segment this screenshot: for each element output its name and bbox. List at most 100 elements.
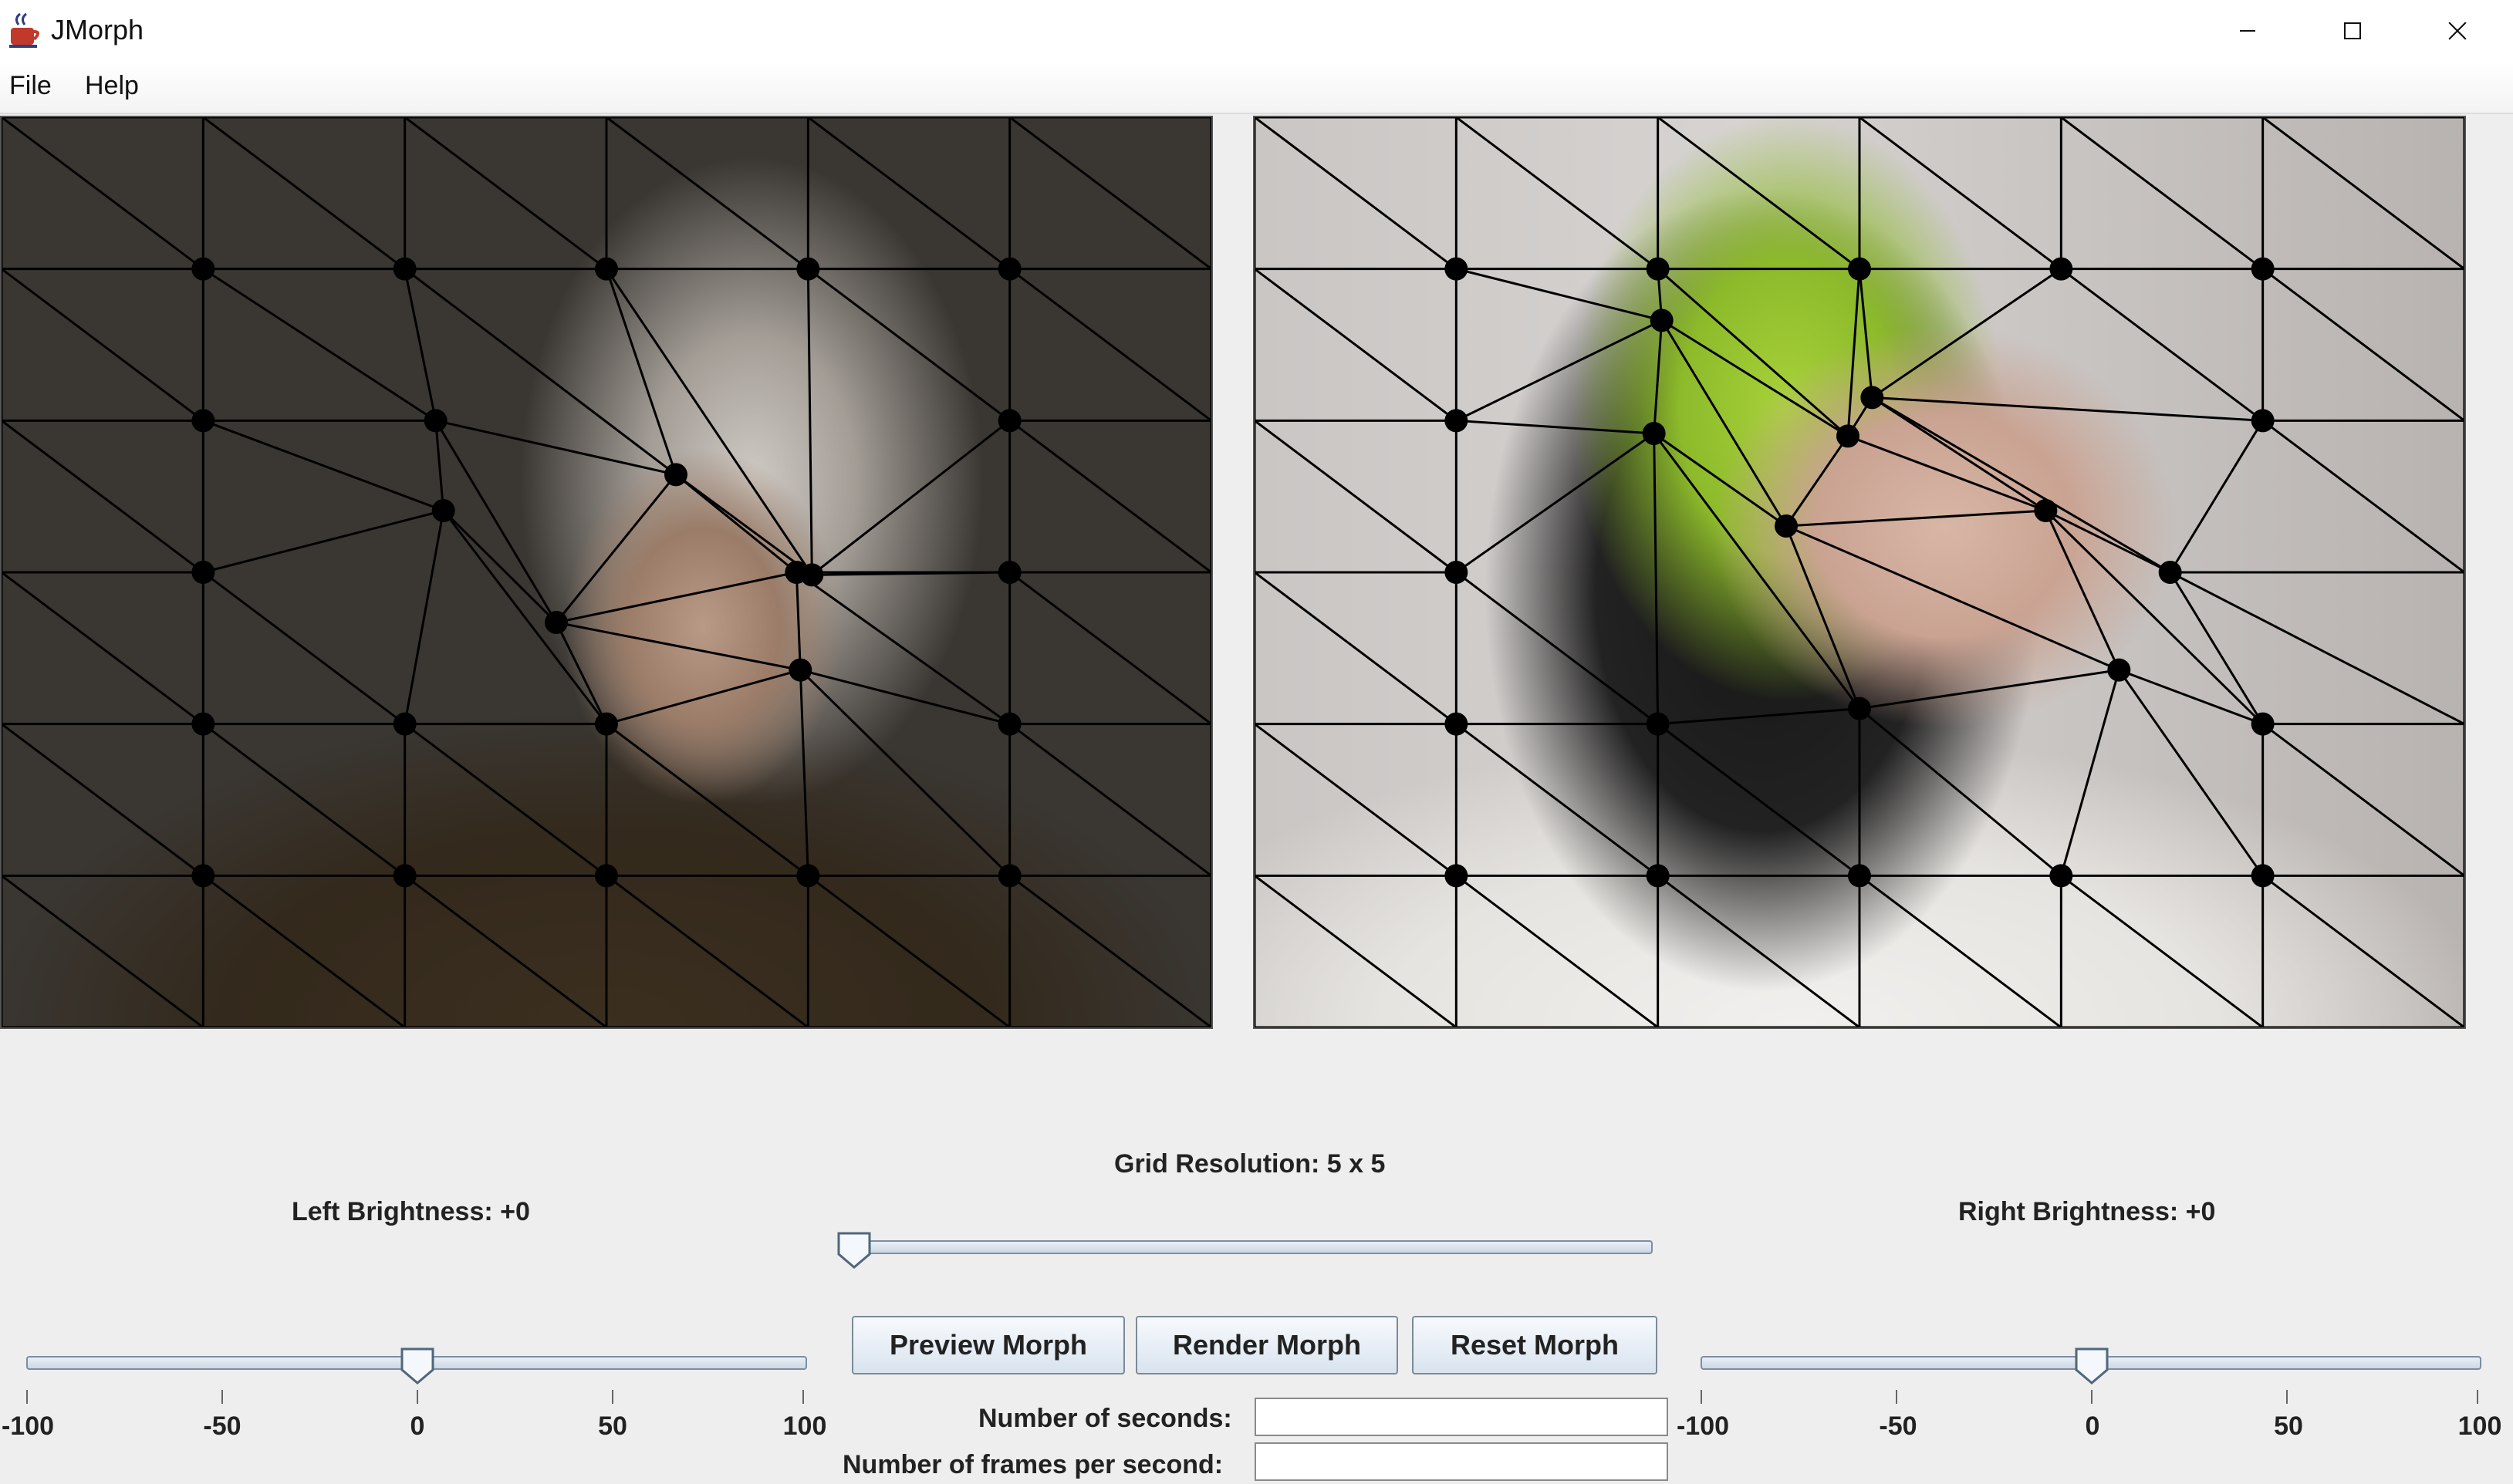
render-morph-button[interactable]: Render Morph: [1136, 1316, 1398, 1374]
control-point[interactable]: [1848, 696, 1871, 720]
mesh-edge: [555, 622, 608, 725]
control-point[interactable]: [998, 712, 1022, 736]
preview-morph-button[interactable]: Preview Morph: [852, 1316, 1125, 1374]
mesh-edge: [1858, 268, 1873, 398]
mesh-edge: [2045, 509, 2171, 574]
control-point[interactable]: [393, 712, 417, 736]
right-morph-mesh[interactable]: [1255, 117, 2464, 1027]
control-point[interactable]: [191, 561, 215, 584]
reset-morph-button[interactable]: Reset Morph: [1412, 1316, 1657, 1374]
control-point[interactable]: [393, 257, 417, 281]
mesh-edge: [605, 268, 813, 576]
mesh-edge: [606, 723, 809, 877]
mesh-edge: [807, 875, 1011, 1027]
mesh-edge: [1008, 723, 1211, 877]
mesh-edge: [2169, 571, 2464, 725]
right-image-panel[interactable]: [1253, 116, 2466, 1029]
window-title: JMorph: [51, 14, 144, 46]
control-point[interactable]: [545, 611, 568, 634]
control-point[interactable]: [998, 257, 1022, 281]
control-point[interactable]: [431, 499, 455, 522]
menu-help[interactable]: Help: [85, 71, 139, 101]
control-point[interactable]: [664, 463, 687, 487]
control-point[interactable]: [191, 257, 215, 281]
control-point[interactable]: [595, 864, 618, 888]
left-brightness-slider-thumb[interactable]: [400, 1347, 435, 1385]
control-point[interactable]: [998, 864, 1022, 888]
mesh-edge: [1785, 509, 2046, 528]
minimize-icon: [2240, 30, 2255, 32]
control-point[interactable]: [796, 864, 820, 888]
control-point[interactable]: [595, 712, 618, 736]
right-tick-label: 50: [2274, 1411, 2303, 1441]
control-point[interactable]: [1860, 386, 1884, 410]
control-point[interactable]: [2251, 712, 2275, 736]
mesh-edge: [811, 420, 1011, 576]
control-point[interactable]: [998, 409, 1022, 433]
mesh-edge: [1008, 420, 1211, 574]
mesh-edge: [1455, 117, 1659, 270]
control-point[interactable]: [1642, 422, 1666, 445]
right-brightness-slider-thumb[interactable]: [2074, 1347, 2109, 1385]
control-point[interactable]: [785, 561, 809, 584]
mesh-edge: [1455, 571, 1659, 725]
control-point[interactable]: [2049, 257, 2073, 281]
menu-file[interactable]: File: [9, 71, 52, 101]
control-point[interactable]: [1848, 257, 1871, 281]
control-point[interactable]: [1646, 712, 1670, 736]
left-image-panel[interactable]: [0, 116, 1213, 1029]
left-tick-label: -100: [1, 1411, 55, 1441]
control-point[interactable]: [1775, 514, 1798, 538]
control-point[interactable]: [424, 409, 448, 433]
mesh-edge: [2060, 117, 2264, 270]
control-point[interactable]: [191, 409, 215, 433]
mesh-edge: [1008, 268, 1211, 422]
control-point[interactable]: [998, 561, 1022, 584]
right-tick-label: 100: [2457, 1411, 2502, 1441]
right-brightness-slider[interactable]: [1697, 1342, 2484, 1411]
left-brightness-slider[interactable]: [23, 1342, 810, 1411]
left-morph-mesh[interactable]: [2, 117, 1211, 1027]
seconds-input[interactable]: [1255, 1398, 1668, 1436]
control-point[interactable]: [2251, 864, 2275, 888]
mesh-edge: [1660, 319, 1849, 437]
mesh-edge: [1255, 723, 1457, 877]
control-point[interactable]: [1444, 257, 1468, 281]
mesh-edge: [806, 268, 813, 575]
control-point[interactable]: [789, 658, 812, 682]
control-point[interactable]: [191, 712, 215, 736]
control-point[interactable]: [191, 864, 215, 888]
right-tick-label: -100: [1676, 1411, 1730, 1441]
mesh-edge: [1872, 396, 2263, 422]
control-point[interactable]: [1444, 864, 1468, 888]
control-point[interactable]: [1444, 712, 1468, 736]
maximize-button[interactable]: [2300, 0, 2405, 62]
control-point[interactable]: [393, 864, 417, 888]
control-point[interactable]: [2049, 864, 2073, 888]
mesh-edge: [807, 117, 1011, 270]
control-point[interactable]: [2251, 257, 2275, 281]
left-tick-label: 100: [782, 1411, 827, 1441]
mesh-edge: [2118, 669, 2264, 726]
control-point[interactable]: [1646, 864, 1670, 888]
grid-resolution-slider-thumb[interactable]: [836, 1231, 872, 1270]
control-point[interactable]: [1650, 309, 1674, 332]
control-point[interactable]: [1836, 424, 1859, 448]
control-point[interactable]: [595, 257, 618, 281]
grid-resolution-slider[interactable]: [833, 1226, 1659, 1273]
control-point[interactable]: [796, 257, 820, 281]
close-button[interactable]: [2405, 0, 2510, 62]
mesh-edge: [2045, 509, 2264, 725]
control-point[interactable]: [2251, 409, 2275, 433]
fps-input[interactable]: [1255, 1442, 1668, 1481]
minimize-button[interactable]: [2195, 0, 2300, 62]
control-point[interactable]: [2158, 561, 2182, 584]
control-point[interactable]: [2107, 658, 2131, 682]
control-point[interactable]: [1444, 561, 1468, 584]
control-point[interactable]: [1646, 257, 1670, 281]
control-point[interactable]: [1444, 409, 1468, 433]
control-point[interactable]: [2034, 499, 2058, 522]
mesh-edge: [1785, 435, 1849, 527]
mesh-edge: [2118, 669, 2264, 877]
control-point[interactable]: [1848, 864, 1871, 888]
